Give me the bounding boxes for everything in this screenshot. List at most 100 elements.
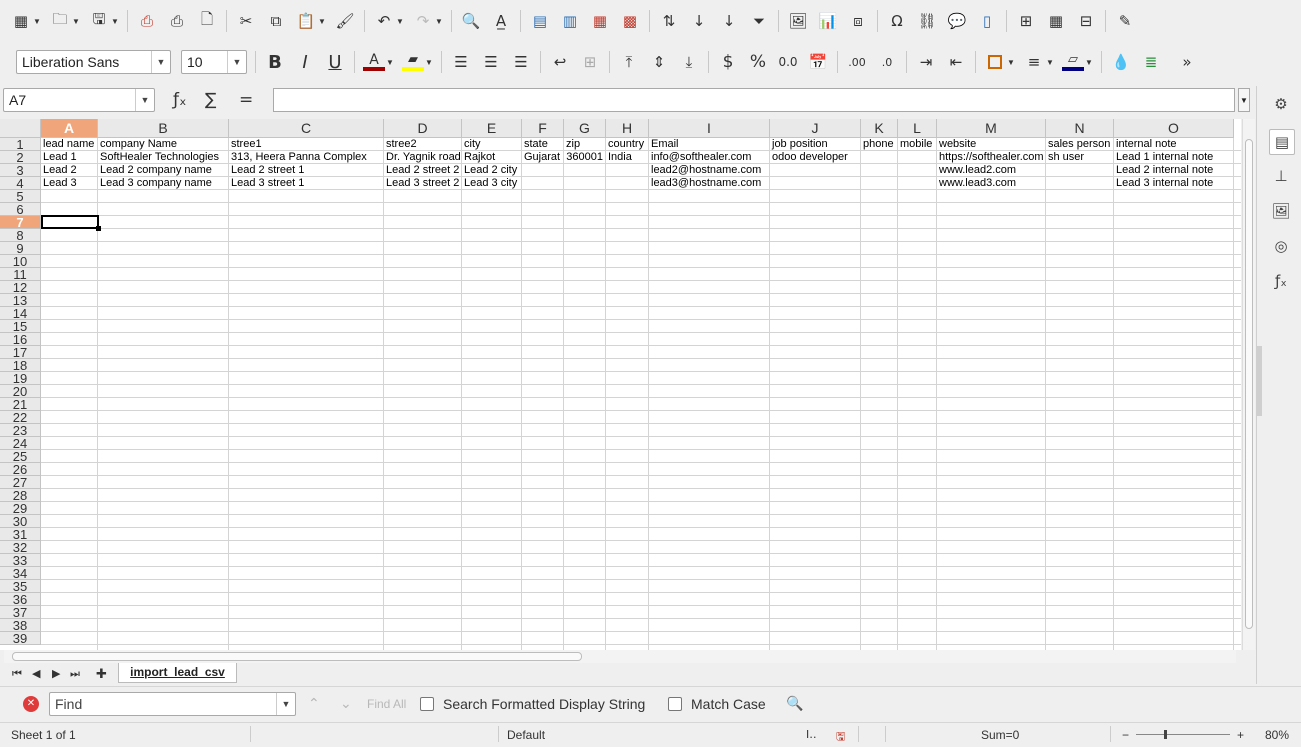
first-sheet-icon[interactable]: ⏮ (12, 667, 22, 681)
cell-k1[interactable]: phone (861, 138, 897, 151)
print-icon[interactable]: ⎙ (166, 10, 188, 32)
cell-d1[interactable]: stree2 (384, 138, 461, 151)
find-all-button[interactable]: Find All (367, 697, 406, 711)
cell-e3[interactable]: Lead 2 city (462, 164, 521, 177)
match-case-checkbox[interactable] (668, 697, 682, 711)
define-print-area-icon[interactable]: ⊞ (1015, 10, 1037, 32)
column-header-b[interactable]: B (98, 119, 229, 138)
delete-cells-icon[interactable]: ▩ (619, 10, 641, 32)
open-dropdown-icon[interactable]: ▼ (72, 17, 80, 26)
spelling-icon[interactable]: A̲ (490, 10, 512, 32)
cell-c4[interactable]: Lead 3 street 1 (229, 177, 383, 190)
cell-j2[interactable]: odoo developer (770, 151, 860, 164)
cell-h2[interactable]: India (606, 151, 648, 164)
align-left-icon[interactable]: ☰ (450, 51, 472, 73)
font-color-icon[interactable]: A (363, 51, 385, 73)
date-format-icon[interactable]: 📅 (807, 51, 829, 73)
undo-icon[interactable]: ↶ (373, 10, 395, 32)
cell-i2[interactable]: info@softhealer.com (649, 151, 769, 164)
clone-formatting-icon[interactable]: 🖌 (334, 10, 356, 32)
redo-dropdown-icon[interactable]: ▼ (435, 17, 443, 26)
redo-icon[interactable]: ↷ (412, 10, 434, 32)
column-header-c[interactable]: C (229, 119, 384, 138)
cell-n2[interactable]: sh user (1046, 151, 1113, 164)
highlight-dropdown-icon[interactable]: ▼ (425, 58, 433, 67)
row-header-39[interactable]: 39 (0, 632, 41, 645)
cell-i1[interactable]: Email (649, 138, 769, 151)
borders-dropdown-icon[interactable]: ▼ (1007, 58, 1015, 67)
cell-i4[interactable]: lead3@hostname.com (649, 177, 769, 190)
cell-g1[interactable]: zip (564, 138, 605, 151)
wrap-text-icon[interactable]: ↩ (549, 51, 571, 73)
cell-c1[interactable]: stree1 (229, 138, 383, 151)
export-pdf-icon[interactable]: ⎙ (136, 10, 158, 32)
insert-cells-icon[interactable]: ▦ (589, 10, 611, 32)
borders-icon[interactable] (984, 51, 1006, 73)
center-vertically-icon[interactable]: ⇕ (648, 51, 670, 73)
function-wizard-icon[interactable]: ƒₓ (173, 90, 187, 110)
gallery-icon[interactable]: ⊥ (1269, 164, 1293, 188)
italic-icon[interactable]: I (294, 51, 316, 73)
column-header-j[interactable]: J (770, 119, 861, 138)
align-top-icon[interactable]: ⤒ (618, 51, 640, 73)
styles-icon[interactable]: ≣ (1140, 51, 1162, 73)
save-icon[interactable]: 🖫 (88, 10, 110, 32)
cell-o3[interactable]: Lead 2 internal note (1114, 164, 1233, 177)
styles-panel-icon[interactable]: ▤ (1269, 129, 1295, 155)
chevron-down-icon[interactable]: ▼ (276, 693, 295, 715)
navigator-icon[interactable]: ◎ (1269, 234, 1293, 258)
cell-f2[interactable]: Gujarat (522, 151, 563, 164)
cell-b2[interactable]: SoftHealer Technologies (98, 151, 228, 164)
cell-g2[interactable]: 360001 (564, 151, 605, 164)
zoom-level[interactable]: 80% (1265, 728, 1289, 742)
align-right-icon[interactable]: ☰ (510, 51, 532, 73)
highlight-color-icon[interactable]: ▰ (402, 51, 424, 73)
freeze-rows-icon[interactable]: ▦ (1045, 10, 1067, 32)
border-style-icon[interactable]: ≡ (1023, 51, 1045, 73)
comment-icon[interactable]: 💬 (946, 10, 968, 32)
print-preview-icon[interactable]: 🗋 (196, 10, 218, 32)
cell-m4[interactable]: www.lead3.com (937, 177, 1045, 190)
undo-dropdown-icon[interactable]: ▼ (396, 17, 404, 26)
find-replace-dialog-icon[interactable]: 🔍 (786, 696, 803, 712)
sidebar-resize-grip[interactable] (1257, 346, 1262, 416)
copy-icon[interactable]: ⧉ (265, 10, 287, 32)
cell-i3[interactable]: lead2@hostname.com (649, 164, 769, 177)
last-sheet-icon[interactable]: ⏭ (70, 667, 80, 681)
bold-icon[interactable]: B (264, 51, 286, 73)
hyperlink-icon[interactable]: ⛓ (916, 10, 938, 32)
column-header-h[interactable]: H (606, 119, 649, 138)
row-icon[interactable]: ▤ (529, 10, 551, 32)
cell-l1[interactable]: mobile (898, 138, 936, 151)
underline-icon[interactable]: U (324, 51, 346, 73)
add-decimal-icon[interactable]: .00 (846, 51, 868, 73)
column-header-a[interactable]: A (41, 119, 98, 138)
find-replace-icon[interactable]: 🔍 (460, 10, 482, 32)
chevron-down-icon[interactable]: ▼ (227, 51, 246, 73)
insert-chart-icon[interactable]: 📊 (817, 10, 839, 32)
sort-icon[interactable]: ⇅ (658, 10, 680, 32)
save-dropdown-icon[interactable]: ▼ (111, 17, 119, 26)
cell-a3[interactable]: Lead 2 (41, 164, 97, 177)
paste-icon[interactable]: 📋 (295, 10, 317, 32)
zoom-in-icon[interactable]: + (1237, 728, 1244, 742)
cell-m2[interactable]: https://softhealer.com (937, 151, 1045, 164)
cell-c3[interactable]: Lead 2 street 1 (229, 164, 383, 177)
cell-o1[interactable]: internal note (1114, 138, 1233, 151)
paste-dropdown-icon[interactable]: ▼ (318, 17, 326, 26)
cell-a4[interactable]: Lead 3 (41, 177, 97, 190)
cell-b3[interactable]: Lead 2 company name (98, 164, 228, 177)
zoom-slider[interactable] (1136, 734, 1230, 735)
cell-j1[interactable]: job position (770, 138, 860, 151)
column-header-n[interactable]: N (1046, 119, 1114, 138)
align-bottom-icon[interactable]: ⤓ (678, 51, 700, 73)
find-previous-icon[interactable]: ⌃ (308, 696, 320, 712)
column-header-k[interactable]: K (861, 119, 898, 138)
cell-e2[interactable]: Rajkot (462, 151, 521, 164)
cell-m1[interactable]: website (937, 138, 1045, 151)
column-header-f[interactable]: F (522, 119, 564, 138)
cell-a1[interactable]: lead name (41, 138, 97, 151)
vertical-scroll-thumb[interactable] (1245, 139, 1253, 629)
number-format-icon[interactable]: 0.0 (777, 51, 799, 73)
column-header-e[interactable]: E (462, 119, 522, 138)
